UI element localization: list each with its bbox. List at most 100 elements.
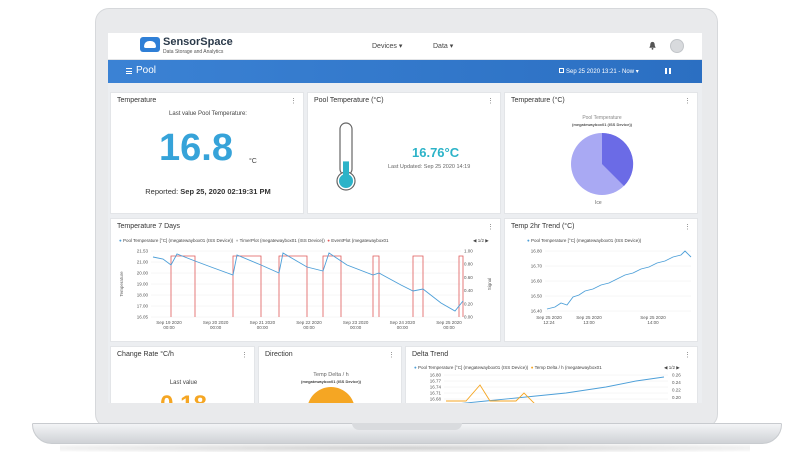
reported-line: Reported: Sep 25, 2020 02:19:31 PM bbox=[111, 187, 305, 196]
last-updated-text: Last Updated: Sep 25 2020 14:19 bbox=[388, 164, 471, 170]
event-pulse bbox=[372, 255, 380, 317]
last-value-label: Last value Pool Temperature: bbox=[169, 111, 247, 117]
event-pulse bbox=[232, 255, 262, 317]
y-tick-right: 0.40 bbox=[464, 288, 473, 293]
legend-pager-label: 1/2 bbox=[477, 238, 484, 243]
widget-change-rate: Change Rate °C/h ⋮ Last value 0.18 bbox=[110, 346, 255, 403]
date-range-picker[interactable]: Sep 25 2020 13:21 - Now ▾ bbox=[566, 68, 639, 75]
y-tick-left: 19.00 bbox=[137, 282, 149, 287]
direction-label: Temp Delta / h bbox=[313, 372, 349, 378]
legend-item-pool[interactable]: Pool Temperature [°C] (megatewaybox01 (I… bbox=[123, 238, 233, 243]
kebab-menu-icon[interactable]: ⋮ bbox=[684, 97, 691, 105]
widget-title: Temperature (°C) bbox=[511, 97, 565, 104]
bell-icon[interactable] bbox=[648, 41, 657, 50]
legend-pager[interactable]: ◀ 1/2 ▶ bbox=[473, 238, 489, 244]
legend-item-event[interactable]: EventPlot (megatewaybox01 bbox=[331, 238, 388, 243]
brand-tagline: Data Storage and Analytics bbox=[163, 49, 224, 55]
legend-dot-pool: ● bbox=[119, 238, 122, 243]
pie-slice-label: Ice bbox=[595, 200, 602, 206]
brand-name[interactable]: SensorSpace bbox=[163, 36, 233, 48]
nav-data-menu[interactable]: Data ▾ bbox=[433, 42, 453, 50]
thermometer-icon bbox=[336, 122, 356, 191]
laptop-notch bbox=[352, 423, 462, 430]
widget-title: Pool Temperature (°C) bbox=[314, 97, 384, 104]
cloud-logo-icon[interactable] bbox=[140, 37, 160, 52]
y-tick-right: 0.24 bbox=[672, 380, 681, 385]
y-tick-right: 0.18 bbox=[672, 403, 681, 404]
nav-devices-menu[interactable]: Devices ▾ bbox=[372, 42, 402, 50]
y-tick: 16.50 bbox=[531, 294, 543, 299]
pie-device-label: (megatewaybox01 (ISS Device)) bbox=[571, 122, 633, 127]
event-pulse bbox=[458, 255, 464, 317]
last-value-label: Last value bbox=[169, 380, 198, 386]
y-axis-label-left: Temperature bbox=[119, 271, 124, 297]
widget-title: Direction bbox=[265, 351, 293, 358]
direction-gauge-disc bbox=[308, 387, 354, 403]
direction-gauge bbox=[308, 387, 354, 403]
y-tick-left: 16.71 bbox=[430, 391, 442, 396]
kebab-menu-icon[interactable]: ⋮ bbox=[241, 351, 248, 359]
x-tick-time: 00:00 bbox=[443, 325, 455, 330]
widget-title: Temp 2hr Trend (°C) bbox=[511, 223, 575, 230]
kebab-menu-icon[interactable]: ⋮ bbox=[290, 97, 297, 105]
legend-dot-delta: ● bbox=[530, 365, 534, 370]
change-rate-value: 0.18 bbox=[111, 391, 256, 403]
hamburger-menu-icon[interactable] bbox=[126, 68, 132, 74]
series-line-pool bbox=[152, 252, 464, 312]
y-tick-right: 0.20 bbox=[672, 395, 681, 400]
y-tick: 16.60 bbox=[531, 279, 543, 284]
direction-device-label: (megatewaybox01 (ISS Device)) bbox=[300, 379, 362, 384]
event-pulse bbox=[278, 255, 308, 317]
x-tick-time: 00:00 bbox=[350, 325, 362, 330]
y-tick-left: 16.74 bbox=[430, 385, 442, 390]
legend-item-delta[interactable]: Temp Delta / h (megatewaybox01 bbox=[535, 365, 602, 370]
y-tick-right: 1.00 bbox=[464, 249, 473, 254]
x-tick-time: 14:00 bbox=[647, 320, 659, 325]
y-axis-label-right: Signal bbox=[487, 278, 492, 291]
event-pulse bbox=[322, 255, 342, 317]
legend-item-timer[interactable]: TimerPlot (megatewaybox01 (ISS Device)) bbox=[240, 238, 325, 243]
app-screen: SensorSpace Data Storage and Analytics D… bbox=[108, 33, 702, 403]
legend-item-pool[interactable]: Pool Temperature [°C] (megatewaybox01 (I… bbox=[531, 238, 641, 243]
event-pulse bbox=[170, 255, 196, 317]
kebab-menu-icon[interactable]: ⋮ bbox=[487, 223, 494, 231]
widget-pool-temperature: Pool Temperature (°C) ⋮ 16.76°C Last Upd… bbox=[307, 92, 501, 214]
y-tick: 16.80 bbox=[531, 249, 543, 254]
widget-temp-2hr-trend: Temp 2hr Trend (°C) ⋮ ● Pool Temperature… bbox=[504, 218, 698, 342]
y-tick-left: 16.65 bbox=[430, 403, 442, 404]
columns-layout-icon[interactable] bbox=[665, 68, 671, 74]
chart-legend: ● Pool Temperature [°C] (megatewaybox01 … bbox=[414, 365, 602, 370]
y-tick: 16.70 bbox=[531, 264, 543, 269]
temperature-value: 16.8 bbox=[159, 127, 233, 169]
page-title: Pool bbox=[136, 65, 157, 76]
top-navbar: SensorSpace Data Storage and Analytics D… bbox=[108, 33, 702, 60]
kebab-menu-icon[interactable]: ⋮ bbox=[684, 351, 691, 359]
dashboard-titlebar: Pool Sep 25 2020 13:21 - Now ▾ bbox=[108, 60, 702, 83]
widget-title: Change Rate °C/h bbox=[117, 351, 174, 358]
legend-dot-event: ● bbox=[327, 238, 331, 243]
widget-title: Temperature bbox=[117, 97, 157, 104]
y-tick-left: 16.05 bbox=[137, 315, 149, 320]
y-tick-right: 0.00 bbox=[464, 315, 473, 320]
kebab-menu-icon[interactable]: ⋮ bbox=[388, 351, 395, 359]
pie-chart bbox=[571, 132, 634, 195]
y-tick-right: 0.26 bbox=[672, 373, 681, 378]
kebab-menu-icon[interactable]: ⋮ bbox=[684, 223, 691, 231]
y-tick-left: 16.68 bbox=[430, 397, 442, 402]
kebab-menu-icon[interactable]: ⋮ bbox=[487, 97, 494, 105]
legend-item-pool[interactable]: Pool Temperature [°C] (megatewaybox01 (I… bbox=[418, 365, 528, 370]
y-tick-left: 16.80 bbox=[430, 373, 442, 378]
x-tick-time: 13:00 bbox=[583, 320, 595, 325]
temperature-7-days-chart: 21.53 21.00 20.00 19.00 18.00 17.00 16.05 1.00 0… bbox=[119, 249, 492, 331]
y-tick-left: 17.00 bbox=[137, 304, 149, 309]
temperature-unit: °C bbox=[249, 158, 257, 165]
widget-direction: Direction ⋮ Temp Delta / h (megatewaybox… bbox=[258, 346, 402, 403]
legend-dot-pool: ● bbox=[414, 365, 417, 370]
event-pulse bbox=[412, 255, 424, 317]
user-avatar-icon[interactable] bbox=[670, 39, 684, 53]
calendar-icon bbox=[559, 68, 564, 73]
y-tick-left: 21.00 bbox=[137, 260, 149, 265]
chart-legend: ● Pool Temperature [°C] (megatewaybox01 … bbox=[527, 238, 641, 243]
widget-temperature-pie: Temperature (°C) ⋮ Pool Temperature (meg… bbox=[504, 92, 698, 214]
x-tick-time: 00:00 bbox=[257, 325, 269, 330]
